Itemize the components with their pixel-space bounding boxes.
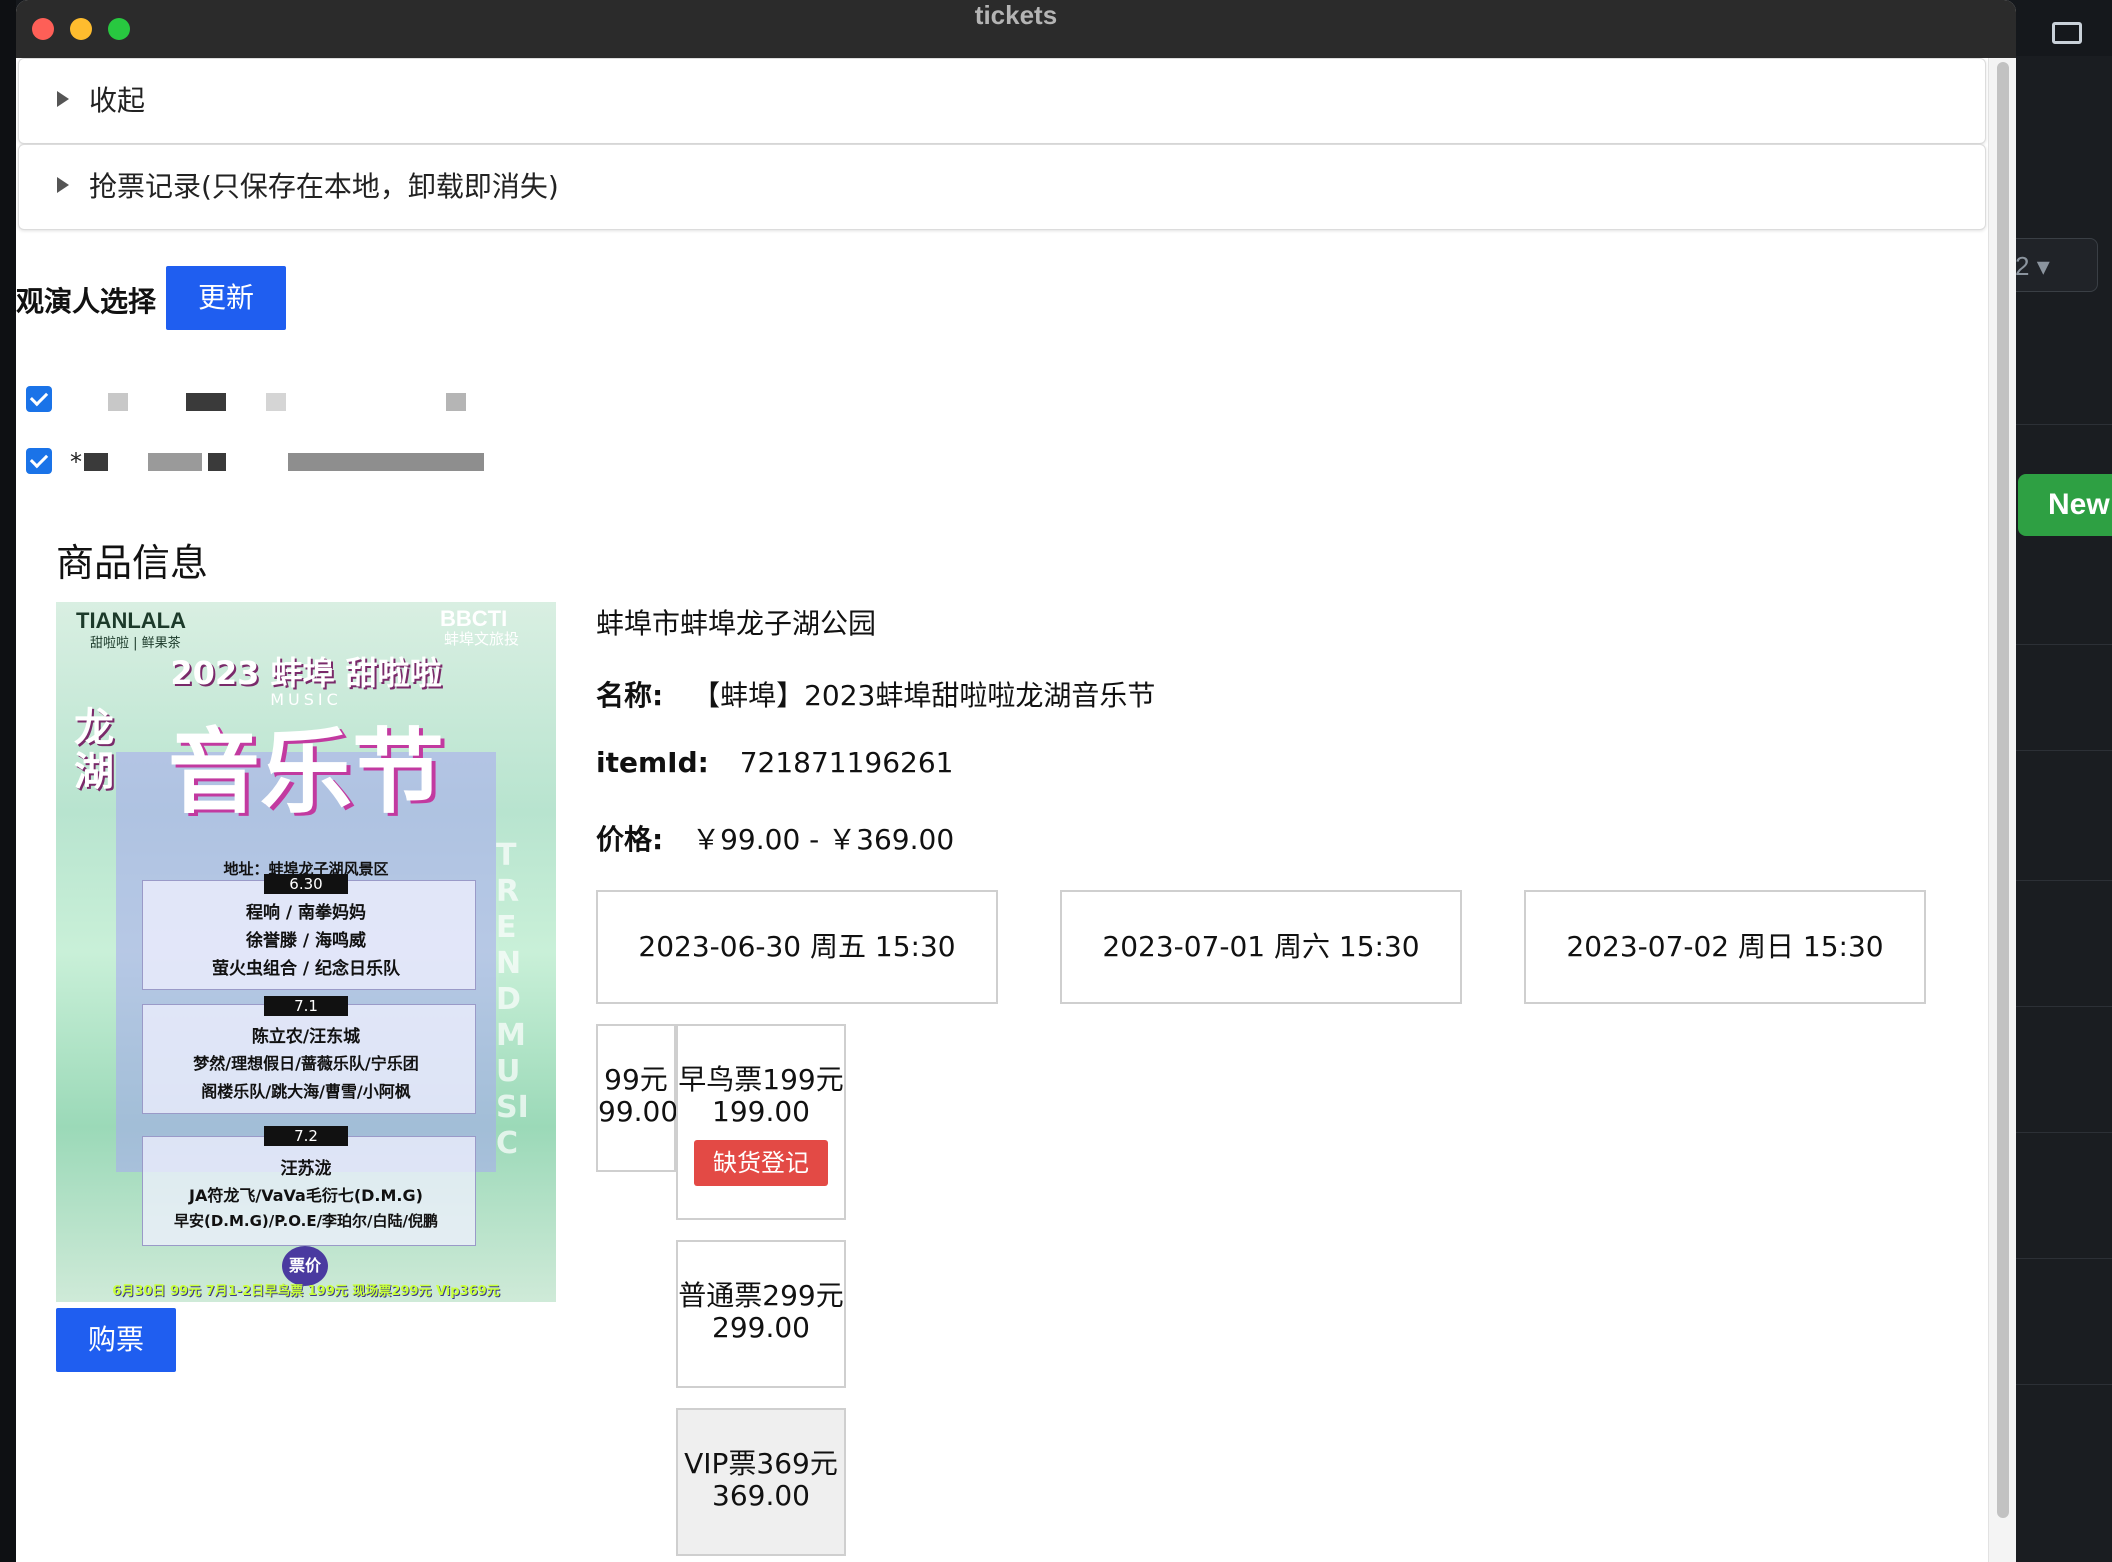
poster-side-vertical: TREND MUSIC bbox=[496, 838, 529, 1161]
date-option-2[interactable]: 2023-07-01 周六 15:30 bbox=[1060, 890, 1462, 1004]
name-row: 名称: 【蚌埠】2023蚌埠甜啦啦龙湖音乐节 bbox=[596, 674, 1155, 714]
disclosure-triangle-icon bbox=[57, 91, 69, 107]
collapse-label: 收起 bbox=[89, 84, 146, 117]
background-left-strip bbox=[0, 0, 16, 1562]
poster-day3-line2: JA符龙飞/VaVa毛衍七(D.M.G) bbox=[189, 1186, 423, 1205]
background-divider bbox=[2016, 424, 2112, 425]
poster-brand-right-sub: 蚌埠文旅投 bbox=[444, 630, 520, 648]
poster-day2: 7.1 bbox=[264, 996, 348, 1016]
tier-name: VIP票369元 bbox=[684, 1447, 838, 1480]
ticket-tier-3[interactable]: 普通票299元 299.00 bbox=[676, 1240, 846, 1388]
price-value: ￥99.00 - ￥369.00 bbox=[692, 823, 955, 856]
buy-button[interactable]: 购票 bbox=[56, 1308, 176, 1372]
ticket-tier-1[interactable]: 99元 99.00 bbox=[596, 1024, 679, 1172]
tier-name: 普通票299元 bbox=[678, 1279, 844, 1312]
audience-checkbox-2[interactable] bbox=[26, 448, 52, 474]
tier-price: 199.00 bbox=[712, 1095, 810, 1128]
tier-name: 99元 bbox=[604, 1063, 668, 1096]
poster-day2-line3: 阁楼乐队/跳大海/曹雪/小阿枫 bbox=[201, 1082, 411, 1101]
collapse-details[interactable]: 收起 bbox=[18, 58, 1986, 144]
poster-brand-left: TIANLALA bbox=[76, 608, 186, 633]
background-divider bbox=[2016, 1384, 2112, 1385]
poster-day3: 7.2 bbox=[264, 1126, 348, 1146]
name-value: 【蚌埠】2023蚌埠甜啦啦龙湖音乐节 bbox=[692, 679, 1156, 712]
scrollbar[interactable] bbox=[1988, 58, 2016, 1562]
itemid-label: itemId: bbox=[596, 746, 709, 779]
background-dropdown-value: 2 bbox=[2015, 251, 2030, 281]
tier-price: 99.00 bbox=[598, 1095, 679, 1128]
tier-price: 369.00 bbox=[712, 1479, 810, 1512]
date-option-3[interactable]: 2023-07-02 周日 15:30 bbox=[1524, 890, 1926, 1004]
audience-checkbox-1[interactable] bbox=[26, 386, 52, 412]
itemid-row: itemId: 721871196261 bbox=[596, 746, 954, 779]
audience-prefix: * bbox=[70, 448, 82, 476]
poster-day3-line3: 早安(D.M.G)/P.O.E/李珀尔/白陆/倪鹏 bbox=[173, 1212, 439, 1230]
price-row: 价格: ￥99.00 - ￥369.00 bbox=[596, 818, 954, 858]
poster-footer: 6月30日 99元 7月1-2日早鸟票 199元 现场票299元 Vip369元 bbox=[112, 1284, 500, 1299]
ticket-tier-4[interactable]: VIP票369元 369.00 bbox=[676, 1408, 846, 1556]
poster-day2-line1: 陈立农/汪东城 bbox=[251, 1027, 361, 1047]
background-divider bbox=[2016, 880, 2112, 881]
poster-year-title: 2023 蚌埠 甜啦啦 bbox=[170, 654, 442, 692]
app-window: tickets 收起 抢票记录(只保存在本地，卸载即消失) 观演人选择 更新 * bbox=[16, 0, 2016, 1562]
background-divider bbox=[2016, 1132, 2112, 1133]
poster-day1-line1: 程响 / 南拳妈妈 bbox=[245, 903, 367, 923]
disclosure-triangle-icon bbox=[57, 177, 69, 193]
poster-day1-line2: 徐誉滕 / 海鸣威 bbox=[245, 931, 367, 951]
update-button[interactable]: 更新 bbox=[166, 266, 286, 330]
venue-text: 蚌埠市蚌埠龙子湖公园 bbox=[596, 607, 877, 640]
price-label: 价格: bbox=[596, 823, 664, 856]
background-divider bbox=[2016, 750, 2112, 751]
tier-name: 早鸟票199元 bbox=[678, 1063, 844, 1096]
window-title: tickets bbox=[974, 0, 1058, 30]
background-new-button: New bbox=[2018, 474, 2112, 536]
date-option-1[interactable]: 2023-06-30 周五 15:30 bbox=[596, 890, 998, 1004]
tier-price: 299.00 bbox=[712, 1311, 810, 1344]
goods-heading: 商品信息 bbox=[56, 541, 209, 585]
poster-day3-line1: 汪苏泷 bbox=[280, 1159, 332, 1179]
out-of-stock-register-button[interactable]: 缺货登记 bbox=[694, 1140, 828, 1186]
scrollbar-thumb[interactable] bbox=[1997, 62, 2009, 1518]
poster-day1-line3: 萤火虫组合 / 纪念日乐队 bbox=[211, 959, 401, 979]
itemid-value: 721871196261 bbox=[739, 746, 954, 779]
ticket-record-label: 抢票记录(只保存在本地，卸载即消失) bbox=[89, 170, 559, 203]
name-label: 名称: bbox=[596, 679, 664, 712]
main-content: 收起 抢票记录(只保存在本地，卸载即消失) 观演人选择 更新 * 商品信息 TI… bbox=[16, 58, 2016, 1562]
background-divider bbox=[2016, 644, 2112, 645]
title-bar: tickets bbox=[16, 0, 2016, 59]
audience-label: 观演人选择 bbox=[16, 285, 157, 318]
folder-icon bbox=[2052, 22, 2082, 44]
background-divider bbox=[2016, 1258, 2112, 1259]
event-poster: TIANLALA 甜啦啦 | 鲜果茶 BBCTI 蚌埠文旅投 2023 蚌埠 甜… bbox=[56, 602, 556, 1302]
background-divider bbox=[2016, 1006, 2112, 1007]
ticket-tier-2[interactable]: 早鸟票199元 199.00 缺货登记 bbox=[676, 1024, 846, 1220]
ticket-record-details[interactable]: 抢票记录(只保存在本地，卸载即消失) bbox=[18, 144, 1986, 230]
poster-day1: 6.30 bbox=[264, 874, 348, 894]
poster-day2-line2: 梦然/理想假日/蔷薇乐队/宁乐团 bbox=[193, 1054, 419, 1073]
poster-big-title: 音乐节 bbox=[167, 719, 444, 826]
